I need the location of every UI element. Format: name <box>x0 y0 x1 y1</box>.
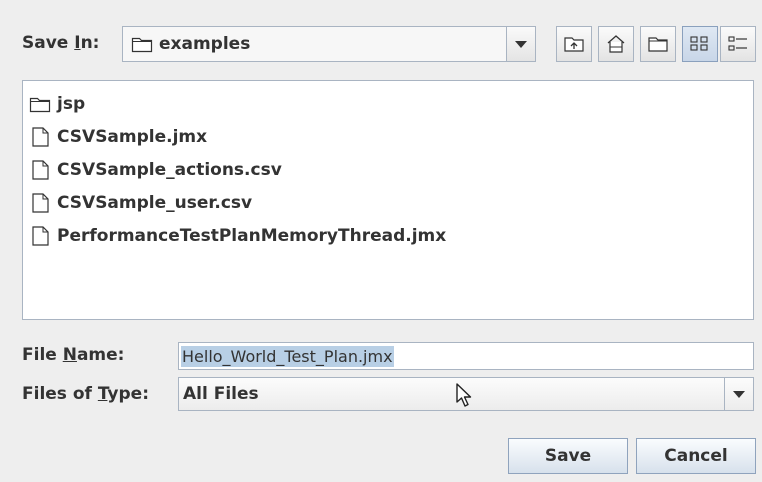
chevron-down-icon <box>515 40 527 48</box>
list-view-button[interactable] <box>682 26 718 62</box>
list-view-icon <box>690 36 708 51</box>
list-item-file[interactable]: CSVSample.jmx <box>29 120 753 153</box>
chevron-down-icon <box>733 390 745 398</box>
file-name-label-suffix: ame: <box>76 345 125 365</box>
save-in-label: Save In: <box>22 33 99 53</box>
file-name-label-text: File <box>22 345 63 365</box>
save-in-dropdown-button[interactable] <box>506 27 535 61</box>
save-button[interactable]: Save <box>508 438 628 474</box>
details-view-icon <box>728 36 747 51</box>
file-name-text: CSVSample.jmx <box>57 126 208 147</box>
new-folder-button[interactable] <box>640 26 676 62</box>
files-of-type-dropdown-button[interactable] <box>724 378 753 410</box>
details-view-button[interactable] <box>720 26 756 62</box>
list-item-file[interactable]: CSVSample_actions.csv <box>29 153 753 186</box>
save-in-label-text: Save <box>22 33 75 53</box>
file-name-value: Hello_World_Test_Plan.jmx <box>181 345 394 367</box>
file-name-input[interactable]: Hello_World_Test_Plan.jmx <box>178 342 754 370</box>
save-in-combo[interactable]: examples <box>122 26 536 62</box>
save-in-folder-name: examples <box>159 34 251 54</box>
file-icon <box>32 159 49 180</box>
home-icon <box>607 35 625 53</box>
file-name-mnemonic: N <box>62 345 77 365</box>
folder-icon <box>29 97 51 112</box>
list-item-folder[interactable]: jsp <box>29 87 753 120</box>
new-folder-icon <box>648 37 668 52</box>
list-item-file[interactable]: PerformanceTestPlanMemoryThread.jmx <box>29 219 753 252</box>
files-of-type-value: All Files <box>183 384 259 404</box>
cursor-arrow-icon <box>456 383 472 407</box>
file-icon <box>32 126 49 147</box>
file-name-text: jsp <box>57 93 86 114</box>
save-in-label-suffix: n: <box>80 33 100 53</box>
file-name-label: File Name: <box>22 345 124 365</box>
files-of-type-label-text: Files of <box>22 384 98 404</box>
file-icon <box>32 225 49 246</box>
files-of-type-label: Files of Type: <box>22 384 149 404</box>
save-in-current: examples <box>123 34 506 54</box>
file-name-text: CSVSample_user.csv <box>57 192 253 213</box>
file-name-text: PerformanceTestPlanMemoryThread.jmx <box>57 225 447 246</box>
list-item-file[interactable]: CSVSample_user.csv <box>29 186 753 219</box>
up-folder-button[interactable] <box>556 26 592 62</box>
up-folder-icon <box>564 37 584 52</box>
file-name-text: CSVSample_actions.csv <box>57 159 282 180</box>
files-of-type-label-suffix: ype: <box>107 384 150 404</box>
folder-icon <box>131 37 153 53</box>
files-of-type-mnemonic: T <box>97 384 108 404</box>
file-list[interactable]: jsp CSVSample.jmx CSVSample_actions.csv … <box>22 80 754 320</box>
home-button[interactable] <box>598 26 634 62</box>
file-icon <box>32 192 49 213</box>
cancel-button[interactable]: Cancel <box>636 438 756 474</box>
